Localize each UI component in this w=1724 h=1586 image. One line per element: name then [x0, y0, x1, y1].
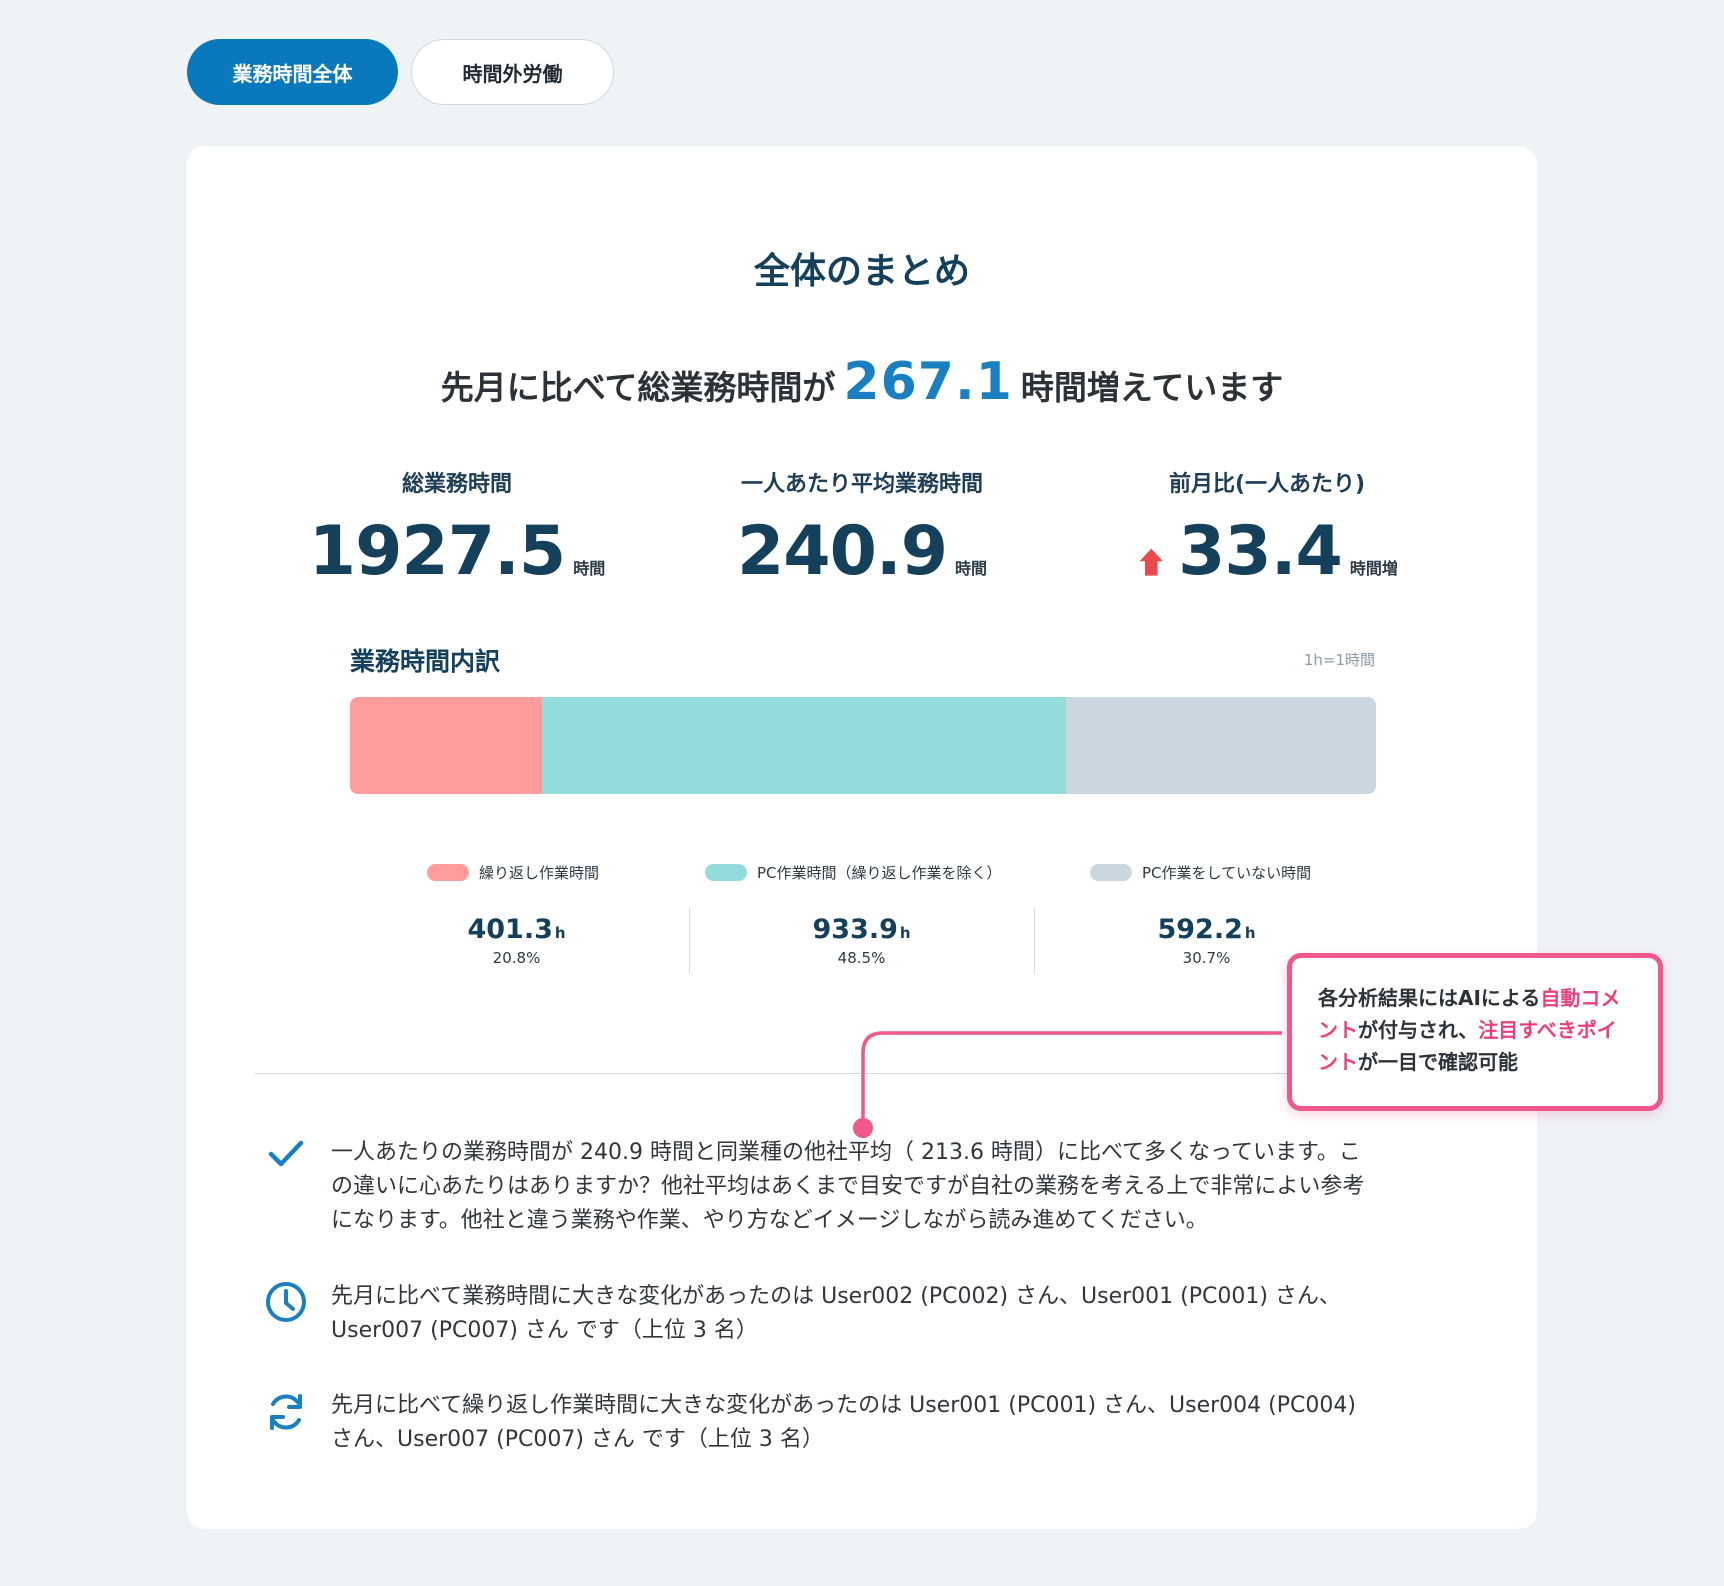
bar-segment-pc-work: [541, 697, 1067, 794]
legend-swatch: [1090, 864, 1132, 881]
refresh-icon: [270, 1394, 302, 1430]
stat-unit: 時間: [955, 559, 988, 578]
stat-label: 前月比(一人あたり): [1168, 472, 1366, 497]
legend-label: PC作業をしていない時間: [1142, 864, 1312, 882]
value-pc-work: 933.9 h 48.5%: [689, 914, 1034, 967]
stat-unit: 時間増: [1349, 559, 1398, 578]
callout-text: が付与され、: [1358, 1018, 1479, 1042]
value-hours: 933.9: [812, 914, 898, 945]
bar-segment-non-pc: [1066, 697, 1376, 794]
ai-comment-work-time-change: 先月に比べて業務時間に大きな変化があったのは User002 (PC002) さ…: [331, 1284, 1341, 1343]
stat-month-over-month: 前月比(一人あたり) 33.4 時間増: [1077, 466, 1457, 591]
stat-total-hours: 総業務時間 1927.5 時間: [267, 466, 647, 591]
stat-label: 一人あたり平均業務時間: [740, 472, 983, 497]
value-repeat-work: 401.3 h 20.8%: [344, 914, 689, 967]
stat-value: 1927.5: [308, 512, 566, 591]
value-unit: h: [899, 924, 911, 942]
legend-swatch: [705, 864, 747, 881]
legend-swatch: [427, 864, 469, 881]
headline-suffix: 時間増えています: [1020, 368, 1284, 407]
stat-value: 33.4: [1178, 512, 1343, 591]
stat-label: 総業務時間: [401, 472, 512, 497]
breakdown-title: 業務時間内訳: [350, 647, 501, 676]
legend-repeat-work: 繰り返し作業時間: [427, 862, 599, 883]
value-hours: 592.2: [1157, 914, 1243, 945]
value-hours: 401.3: [467, 914, 553, 945]
tab-overtime[interactable]: 時間外労働: [411, 39, 614, 105]
bar-segment-repeat-work: [350, 697, 542, 794]
legend-label: 繰り返し作業時間: [479, 864, 600, 882]
headline-prefix: 先月に比べて総業務時間が: [440, 368, 836, 407]
tab-overall-work-time[interactable]: 業務時間全体: [187, 39, 398, 105]
headline: 先月に比べて総業務時間が 267.1 時間増えています: [187, 352, 1537, 412]
clock-icon: [266, 1282, 306, 1322]
summary-card: 全体のまとめ 先月に比べて総業務時間が 267.1 時間増えています 総業務時間 1…: [187, 146, 1537, 1529]
callout-text: が一目で確認可能: [1358, 1050, 1518, 1074]
breakdown-unit-note: 1h=1時間: [1303, 651, 1375, 669]
stat-value: 240.9: [736, 512, 948, 591]
callout-text: 各分析結果にはAIによる: [1318, 986, 1541, 1010]
legend-non-pc: PC作業をしていない時間: [1090, 862, 1311, 883]
section-divider: [255, 1073, 1300, 1074]
ai-comment-callout: 各分析結果にはAIによる自動コメントが付与され、注目すべきポイントが一目で確認可…: [1287, 953, 1663, 1111]
ai-comment-repeat-work-change: 先月に比べて繰り返し作業時間に大きな変化があったのは User001 (PC00…: [331, 1393, 1356, 1452]
value-percent: 48.5%: [837, 949, 886, 967]
legend-label: PC作業時間（繰り返し作業を除く）: [757, 864, 1002, 882]
check-icon: [268, 1140, 304, 1167]
value-unit: h: [1244, 924, 1256, 942]
value-percent: 20.8%: [492, 949, 541, 967]
breakdown-stacked-bar: [350, 697, 1376, 794]
value-unit: h: [554, 924, 566, 942]
stat-unit: 時間: [573, 559, 606, 578]
ai-comment-comparison: 一人あたりの業務時間が 240.9 時間と同業種の他社平均（ 213.6 時間）…: [331, 1140, 1365, 1233]
section-title: 全体のまとめ: [753, 251, 970, 292]
legend-pc-work: PC作業時間（繰り返し作業を除く）: [705, 862, 1002, 883]
headline-value: 267.1: [843, 352, 1013, 412]
arrow-up-icon: [1139, 548, 1164, 576]
stat-avg-hours: 一人あたり平均業務時間 240.9 時間: [672, 466, 1052, 591]
